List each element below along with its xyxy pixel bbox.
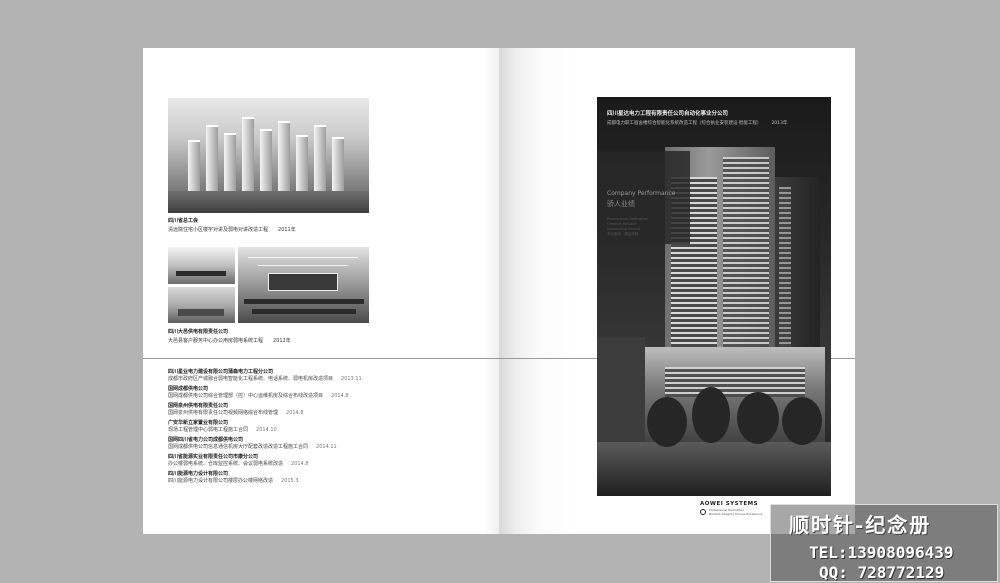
list-item-date: 2014.10: [256, 427, 277, 433]
list-item-date: 2014.8: [291, 461, 309, 467]
list-item-date: 2014.8: [286, 410, 304, 416]
list-item-title: 四川能源电力设计有限公司: [168, 471, 229, 477]
performance-title-en: Company Performance: [607, 190, 676, 197]
list-item: 四川省能源实业有限责任公司市康分公司 办公楼弱电系统、仓库监控系统、会议弱电系统…: [168, 454, 478, 468]
brand-logo-icon: [700, 509, 706, 515]
project1-title: 四川省总工会: [168, 218, 199, 224]
project2-body: 大邑县客户服务中心办公用房弱电系统工程: [168, 338, 264, 344]
brand-name: AOWEI SYSTEMS: [700, 501, 759, 507]
list-item-date: 2014.11: [316, 444, 337, 450]
list-item-date: 2013.11: [341, 376, 362, 382]
project2-description: 大邑县客户服务中心办公用房弱电系统工程 2012年: [168, 337, 291, 344]
project-list: 四川星业电力建设有限公司蒲森电力工程分公司 成都市政府区产城融合弱电智能化工程系…: [168, 369, 478, 488]
list-item-title: 国网泉州供电有限责任公司: [168, 403, 229, 409]
cover-heading: 四川星达电力工程有限责任公司自动化事业分公司: [607, 111, 729, 117]
list-item-body: 成都市政府区产城融合弱电智能化工程系统、电话系统、弱电机房改造项目: [168, 376, 334, 382]
list-item-title: 四川省能源实业有限责任公司市康分公司: [168, 454, 259, 460]
meeting-room-photo: [168, 287, 235, 323]
list-item-title: 国网成都供电公司: [168, 386, 209, 392]
hall-exterior-photo: [168, 247, 235, 284]
brand-tagline-line: Brilliant Integrity Pursue Excellence: [709, 512, 763, 516]
performance-tagline-line: 专业服务 · 精益求精: [607, 232, 639, 236]
list-item-body: 国网成都供电公司综合管理部（控）中心运维机房及综合布线改造项目: [168, 393, 324, 399]
list-item: 国网泉州供电有限责任公司 国网泉州供电有限责任公司视频网络综合布线管理 2014.…: [168, 403, 478, 417]
watermark-title: 顺时针-纪念册: [789, 513, 932, 537]
list-item-title: 四川星业电力建设有限公司蒲森电力工程分公司: [168, 369, 274, 375]
list-item: 广安华新立家置业有限公司 现场工程管理中心弱电工程施工合同 2014.10: [168, 420, 478, 434]
brand-tagline: Professional Dedication Brilliant Integr…: [709, 508, 762, 516]
cover-subheading: 成都电力职工宿舍楼综合智能化系统改造工程（综合执业安装建设·智能工程） 2013年: [607, 120, 787, 126]
project1-body: 清远院住宅小区楼宇对讲及弱电对讲改造工程: [168, 227, 269, 233]
watermark: 顺时针-纪念册 TEL:13908096439 QQ: 728772129: [770, 504, 998, 582]
project2-title: 四川大邑供电有限责任公司: [168, 329, 229, 335]
project1-year: 2011年: [278, 227, 296, 233]
cover-subheading-year: 2013年: [771, 121, 788, 126]
list-item-title: 国网四川省电力公司成都供电公司: [168, 437, 244, 443]
list-item: 四川能源电力设计有限公司 四川能源电力设计有限公司楼层办公楼网络改造 2015.3: [168, 471, 478, 485]
watermark-tel: TEL:13908096439: [809, 543, 954, 562]
street: [597, 442, 831, 496]
list-item-body: 国网泉州供电有限责任公司视频网络综合布线管理: [168, 410, 279, 416]
control-center-photo: [238, 247, 369, 323]
list-item-date: 2014.8: [331, 393, 349, 399]
list-item-date: 2015.3: [281, 478, 299, 484]
list-item-body: 四川能源电力设计有限公司楼层办公楼网络改造: [168, 478, 274, 484]
gutter-shadow: [483, 48, 499, 534]
cover-header: 四川星达电力工程有限责任公司自动化事业分公司 成都电力职工宿舍楼综合智能化系统改…: [607, 109, 787, 126]
list-item-title: 广安华新立家置业有限公司: [168, 420, 229, 426]
list-item: 国网四川省电力公司成都供电公司 国网成都供电公司信息通信机房大厅配套改造改造工程…: [168, 437, 478, 451]
project1-description: 清远院住宅小区楼宇对讲及弱电对讲改造工程 2011年: [168, 226, 296, 233]
cover-subheading-text: 成都电力职工宿舍楼综合智能化系统改造工程（综合执业安装建设·智能工程）: [607, 121, 762, 126]
list-item: 四川星业电力建设有限公司蒲森电力工程分公司 成都市政府区产城融合弱电智能化工程系…: [168, 369, 478, 383]
performance-title-cn: 骄人业绩: [607, 200, 635, 208]
project2-year: 2012年: [273, 338, 291, 344]
cover-building-photo: 四川星达电力工程有限责任公司自动化事业分公司 成都电力职工宿舍楼综合智能化系统改…: [597, 97, 831, 496]
performance-tagline: Professional Dedication Creative Reliabl…: [607, 217, 648, 237]
list-item: 国网成都供电公司 国网成都供电公司综合管理部（控）中心运维机房及综合布线改造项目…: [168, 386, 478, 400]
list-item-body: 国网成都供电公司信息通信机房大厅配套改造改造工程施工合同: [168, 444, 309, 450]
list-item-body: 现场工程管理中心弱电工程施工合同: [168, 427, 249, 433]
residential-aerial-photo: [168, 98, 369, 213]
list-item-body: 办公楼弱电系统、仓库监控系统、会议弱电系统改造: [168, 461, 284, 467]
watermark-qq: QQ: 728772129: [819, 563, 945, 582]
